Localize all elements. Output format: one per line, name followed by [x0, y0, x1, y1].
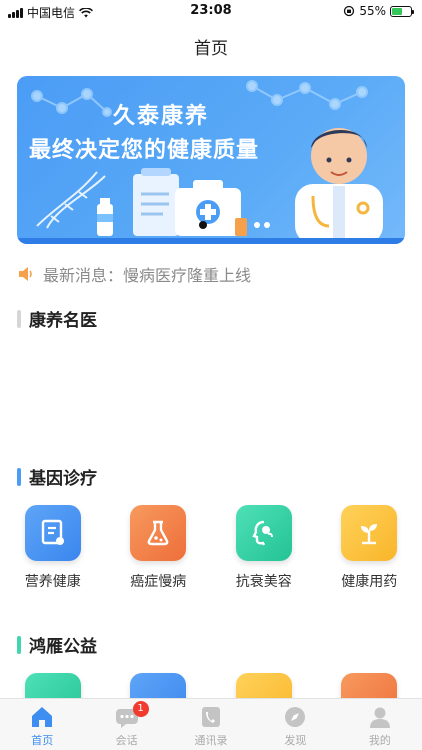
- section-title-charity: 鸿雁公益: [29, 637, 97, 657]
- tab-label: 我的: [368, 734, 391, 747]
- section-gene: 基因诊疗: [17, 464, 97, 489]
- gene-services-grid: 营养健康 癌症慢病 抗衰美容 健康用药: [0, 505, 422, 591]
- section-title-doctors: 康养名医: [29, 311, 97, 331]
- sprout-icon: [341, 505, 398, 561]
- status-bar: 中国电信 23:08 55%: [0, 0, 422, 22]
- battery-fill: [392, 7, 402, 15]
- page-title: 首页: [194, 39, 228, 59]
- tab-discover[interactable]: 发现: [253, 699, 337, 750]
- service-beauty[interactable]: 抗衰美容: [211, 505, 317, 591]
- banner-bottom-strip: [17, 238, 405, 244]
- battery-icon: [390, 5, 414, 17]
- news-ticker[interactable]: 最新消息：慢病医疗隆重上线: [17, 262, 251, 286]
- speaker-icon: [19, 267, 32, 281]
- tab-mine[interactable]: 我的: [338, 699, 422, 750]
- contacts-icon: [198, 705, 224, 729]
- person-icon: [367, 705, 393, 729]
- section-bar: [17, 635, 21, 654]
- tab-label: 会话: [115, 734, 138, 747]
- flask-icon: [130, 505, 187, 561]
- section-title-gene: 基因诊疗: [29, 469, 97, 489]
- compass-icon: [282, 705, 308, 729]
- banner-title: 久泰康养: [113, 104, 210, 129]
- section-doctors: 康养名医: [17, 306, 97, 331]
- document-icon: [24, 505, 81, 561]
- tab-contacts[interactable]: 通讯录: [169, 699, 253, 750]
- carousel-indicator[interactable]: [199, 221, 207, 229]
- hero-banner[interactable]: 久泰康养 最终决定您的健康质量: [17, 76, 405, 244]
- service-label: 抗衰美容: [235, 574, 292, 590]
- battery-percent: 55%: [359, 4, 386, 18]
- news-text: 最新消息：慢病医疗隆重上线: [43, 266, 252, 285]
- tab-bar: 首页 1 会话 通讯录 发现 我的: [0, 698, 422, 750]
- service-nutrition[interactable]: 营养健康: [0, 505, 106, 591]
- service-label: 健康用药: [341, 574, 398, 590]
- service-label: 营养健康: [24, 574, 81, 590]
- section-charity: 鸿雁公益: [17, 632, 97, 657]
- tab-chat[interactable]: 1 会话: [84, 699, 168, 750]
- home-icon: [29, 705, 55, 729]
- service-medicine[interactable]: 健康用药: [317, 505, 422, 591]
- tab-home[interactable]: 首页: [0, 699, 84, 750]
- section-bar: [17, 309, 21, 328]
- banner-subtitle: 最终决定您的健康质量: [29, 138, 260, 163]
- tab-label: 首页: [31, 734, 54, 747]
- unread-badge: 1: [132, 701, 149, 717]
- service-label: 癌症慢病: [130, 574, 187, 590]
- section-bar: [17, 467, 21, 486]
- face-icon: [235, 505, 292, 561]
- tab-label: 发现: [284, 734, 307, 747]
- service-cancer[interactable]: 癌症慢病: [106, 505, 212, 591]
- tab-label: 通讯录: [194, 734, 228, 747]
- rotation-lock-icon: [344, 5, 355, 17]
- battery-group: 55%: [343, 4, 414, 18]
